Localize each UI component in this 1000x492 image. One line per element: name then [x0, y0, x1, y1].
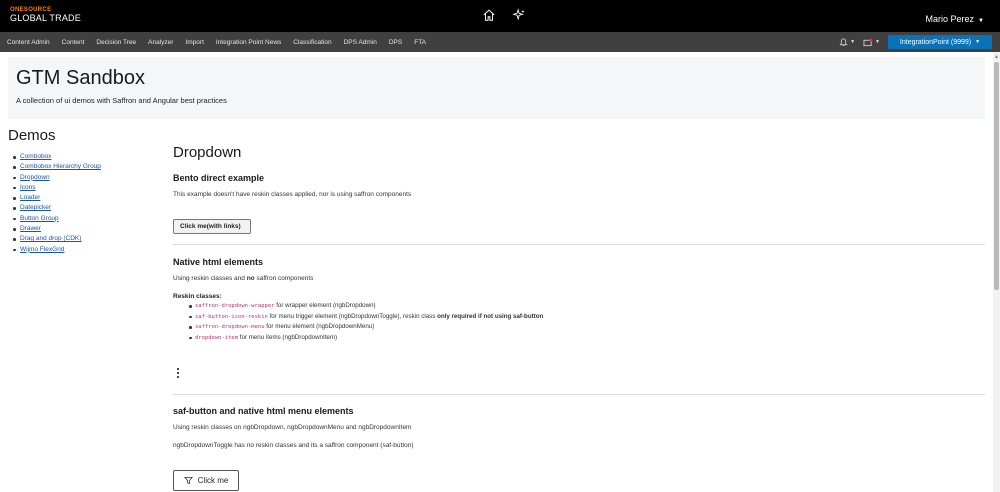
safbutton-title: saf-button and native html menu elements	[173, 406, 354, 416]
desc-text: saffron components	[254, 275, 314, 282]
inbox-icon	[863, 38, 873, 46]
safbutton-description-1: Using reskin classes on ngbDropdown, ngb…	[173, 424, 412, 431]
reskin-label: Reskin classes:	[173, 293, 222, 300]
item-text: for wrapper element (ngbDropdown)	[274, 302, 376, 309]
sidebar-link[interactable]: Loader	[20, 194, 40, 201]
nav-item-dps[interactable]: DPS	[389, 39, 402, 46]
list-item: saffron-dropdown-menu for menu element (…	[189, 322, 773, 333]
sidebar-link[interactable]: Combobox Hierarchy Group	[20, 163, 101, 170]
sidebar-item-drawer: Drawer	[13, 224, 168, 234]
home-icon[interactable]	[482, 8, 498, 24]
list-item: saf-button-icon-reskin for menu trigger …	[189, 312, 773, 323]
chevron-down-icon: ▼	[875, 39, 880, 45]
reskin-classes-list: saffron-dropdown-wrapper for wrapper ele…	[173, 301, 773, 343]
nav-item-dps-admin[interactable]: DPS Admin	[344, 39, 377, 46]
native-title: Native html elements	[173, 257, 264, 267]
sidebar-link[interactable]: Dropdown	[20, 174, 50, 181]
nav-item-analyzer[interactable]: Analyzer	[148, 39, 173, 46]
item-text: for menu trigger element (ngbDropdownTog…	[267, 312, 438, 320]
filter-icon	[183, 476, 193, 485]
sidebar-item-datepicker: Datepicker	[13, 203, 168, 213]
section-heading: Dropdown	[173, 144, 242, 161]
divider	[173, 394, 985, 395]
user-menu[interactable]: Mario Perez ▼	[926, 14, 984, 24]
sidebar-item-button-group: Button Group	[13, 214, 168, 224]
brand-big: GLOBAL TRADE	[10, 13, 81, 23]
button-label: Click me(with links)	[180, 223, 241, 230]
item-bold: only required if not using saf-button	[437, 312, 544, 320]
item-text: for menu element (ngbDropdownMenu)	[264, 323, 375, 330]
sidebar-link[interactable]: Button Group	[20, 215, 59, 222]
nav-item-import[interactable]: Import	[185, 39, 203, 46]
sidebar-item-combobox-hierarchy-group: Combobox Hierarchy Group	[13, 162, 168, 172]
page-scrollbar[interactable]: ▲	[993, 52, 1000, 492]
code-class: saffron-dropdown-wrapper	[195, 303, 275, 309]
scroll-up-icon[interactable]: ▲	[994, 54, 999, 60]
bento-title: Bento direct example	[173, 173, 265, 183]
sidebar-item-combobox: Combobox	[13, 152, 168, 162]
bento-description: This example doesn't have reskin classes…	[173, 191, 412, 198]
desc-text: Using reskin classes and	[173, 275, 247, 282]
page-title: GTM Sandbox	[16, 67, 145, 89]
native-description: Using reskin classes and no saffron comp…	[173, 275, 313, 282]
demos-sidebar: Demos Combobox Combobox Hierarchy Group …	[8, 127, 168, 255]
sidebar-item-drag-and-drop: Drag and drop (CDK)	[13, 234, 168, 244]
sidebar-link[interactable]: Drag and drop (CDK)	[20, 235, 81, 242]
sparkle-icon[interactable]	[512, 8, 528, 24]
nav-bar: Content Admin Content Decision Tree Anal…	[0, 32, 1000, 52]
nav-item-fta[interactable]: FTA	[414, 39, 426, 46]
button-label: Click me	[197, 476, 229, 485]
code-class: dropdown-item	[195, 334, 239, 341]
demos-list: Combobox Combobox Hierarchy Group Dropdo…	[8, 152, 168, 255]
integration-point-button[interactable]: IntegrationPoint (9999) ▼	[888, 35, 992, 49]
sidebar-item-dropdown: Dropdown	[13, 173, 168, 183]
nav-item-decision-tree[interactable]: Decision Tree	[96, 39, 136, 46]
item-text: for menu items (ngbDropdownItem)	[238, 333, 338, 341]
chevron-down-icon: ▼	[978, 18, 984, 24]
nav-item-content[interactable]: Content	[62, 39, 85, 46]
user-name: Mario Perez	[925, 14, 975, 24]
integration-point-label: IntegrationPoint (9999)	[899, 38, 972, 46]
divider	[173, 244, 985, 245]
code-class: saffron-dropdown-menu	[195, 324, 265, 330]
desc-bold: no	[246, 275, 255, 282]
hero-banner: GTM Sandbox A collection of ui demos wit…	[8, 57, 985, 119]
code-class: saf-button-icon-reskin	[195, 313, 268, 320]
sidebar-link[interactable]: Icons	[20, 184, 36, 191]
sidebar-link[interactable]: Combobox	[20, 153, 51, 160]
sidebar-link[interactable]: Datepicker	[20, 204, 51, 211]
safbutton-description-2: ngbDropdownToggle has no reskin classes …	[173, 442, 414, 449]
notifications-button[interactable]: ▼	[839, 37, 856, 47]
brand-logo[interactable]: ONESOURCE GLOBAL TRADE	[10, 7, 81, 23]
nav-item-classification[interactable]: Classification	[293, 39, 331, 46]
list-item: saffron-dropdown-wrapper for wrapper ele…	[189, 301, 773, 312]
sidebar-item-wijmo-flexgrid: Wijmo FlexGrid	[13, 245, 168, 255]
inbox-button[interactable]: ▼	[863, 38, 880, 47]
chevron-down-icon: ▼	[850, 39, 856, 45]
kebab-menu-icon[interactable]	[177, 368, 181, 379]
click-me-with-links-button[interactable]: Click me(with links)	[173, 219, 251, 234]
chevron-down-icon: ▼	[975, 39, 981, 45]
list-item: dropdown-item for menu items (ngbDropdow…	[189, 333, 773, 344]
bell-icon	[839, 37, 848, 46]
nav-item-integration-point-news[interactable]: Integration Point News	[216, 39, 281, 46]
scrollbar-thumb[interactable]	[994, 62, 999, 290]
nav-item-content-admin[interactable]: Content Admin	[7, 39, 50, 46]
sidebar-item-loader: Loader	[13, 193, 168, 203]
top-bar: ONESOURCE GLOBAL TRADE Mario Perez ▼	[0, 0, 1000, 32]
sidebar-link[interactable]: Wijmo FlexGrid	[20, 246, 64, 253]
page-subtitle: A collection of ui demos with Saffron an…	[16, 96, 227, 105]
click-me-button[interactable]: Click me	[173, 470, 239, 491]
sidebar-link[interactable]: Drawer	[20, 225, 41, 232]
sidebar-item-icons: Icons	[13, 183, 168, 193]
main-content: Dropdown	[173, 144, 985, 161]
sidebar-title: Demos	[8, 127, 56, 144]
